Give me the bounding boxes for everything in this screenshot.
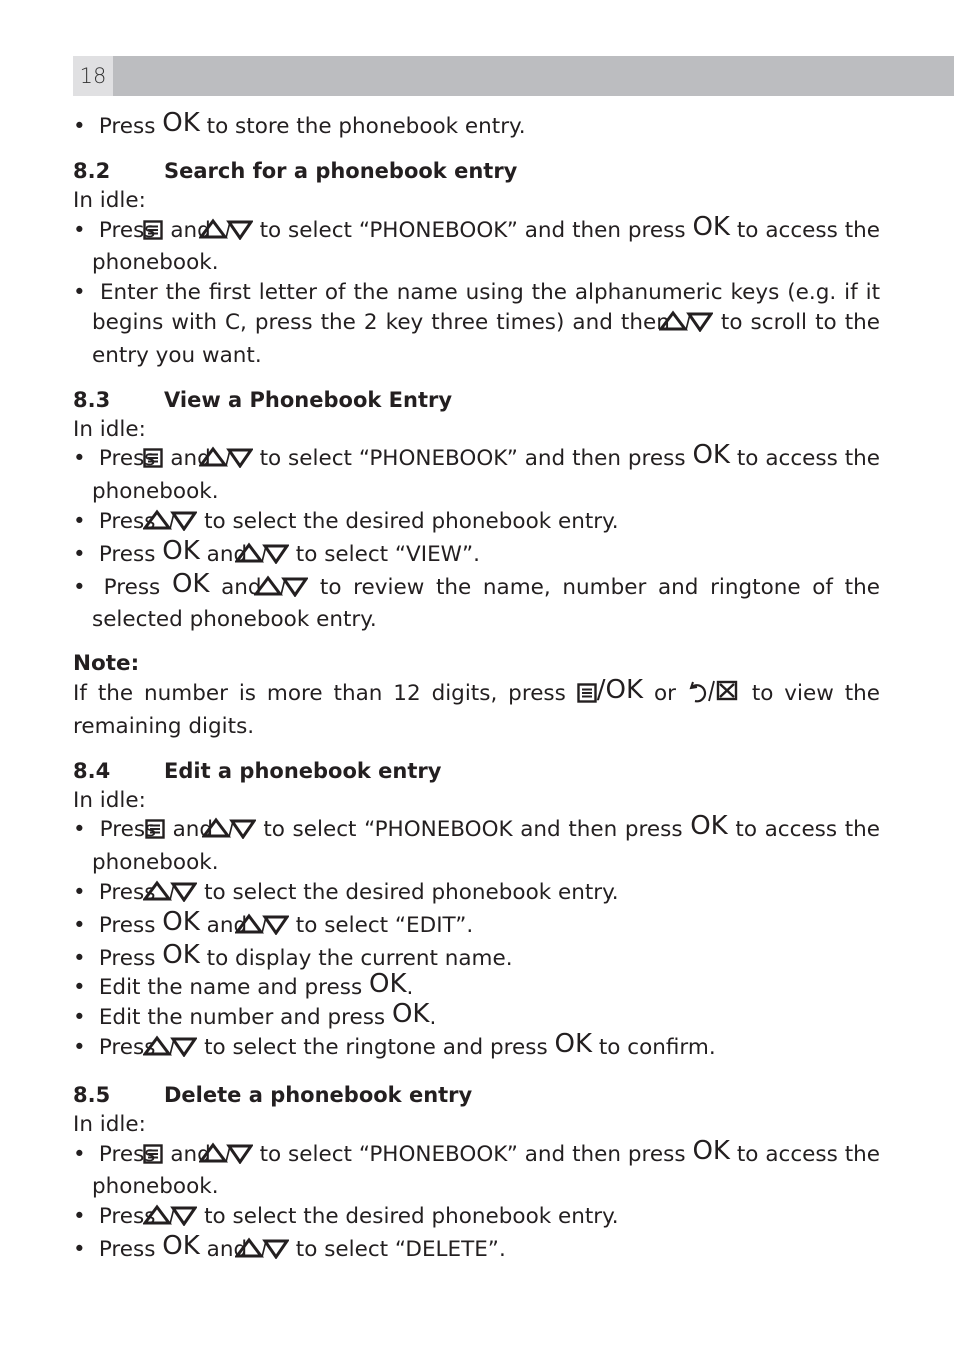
up-down-arrow-icon	[197, 446, 254, 477]
note-text: If the number is more than 12 digits, pr…	[73, 674, 881, 739]
section-heading-8-5: 8.5 Delete a phonebook entry	[73, 1082, 473, 1107]
bullet: Press and to select “PHONEBOOK and then …	[73, 813, 880, 878]
bullet: Press OK and to review the name, number …	[73, 571, 880, 636]
menu-icon	[145, 818, 165, 848]
section-heading-8-3: 8.3 View a Phonebook Entry	[73, 387, 453, 412]
bullet: Press and to select “PHONEBOOK” and then…	[73, 214, 880, 279]
up-down-arrow-icon	[197, 1142, 254, 1173]
menu-icon	[577, 682, 597, 712]
up-down-arrow-icon	[233, 1237, 290, 1268]
bullet: Press to select the ringtone and press O…	[73, 1031, 880, 1066]
in-idle-label: In idle:	[73, 787, 146, 813]
ok-key-icon: OK	[162, 535, 200, 566]
ok-key-icon: OK	[171, 568, 210, 599]
ok-key-icon: OK	[692, 440, 730, 471]
note-label: Note:	[73, 651, 140, 677]
bullet: Press OK to display the current name.	[73, 942, 880, 974]
page-content: Press OK to store the phonebook entry. 8…	[73, 110, 881, 1268]
up-down-arrow-icon	[233, 542, 290, 573]
up-down-arrow-icon	[200, 817, 257, 848]
ok-key-icon: OK	[162, 108, 200, 138]
ok-key-icon: OK	[162, 906, 200, 937]
menu-icon	[143, 1143, 164, 1173]
section-heading-8-2: 8.2 Search for a phonebook entry	[73, 158, 518, 183]
back-delete-icon	[687, 679, 741, 712]
up-down-arrow-icon	[197, 218, 254, 249]
bullet: Press and to select “PHONEBOOK” and then…	[73, 1138, 880, 1203]
in-idle-label: In idle:	[73, 416, 146, 442]
up-down-arrow-icon	[233, 913, 290, 944]
bullet: Edit the number and press OK.	[73, 1001, 880, 1033]
ok-key-icon: OK	[162, 1230, 200, 1261]
menu-icon	[143, 219, 164, 249]
bullet: Enter the first letter of the name using…	[73, 278, 880, 370]
bullet-store-entry: Press OK to store the phonebook entry.	[73, 110, 880, 142]
ok-key-icon: OK	[690, 811, 728, 842]
ok-key-icon: OK	[692, 1135, 730, 1166]
ok-key-icon: OK	[369, 969, 407, 1000]
menu-icon	[143, 447, 164, 477]
in-idle-label: In idle:	[73, 187, 146, 213]
in-idle-label: In idle:	[73, 1111, 146, 1137]
up-down-arrow-icon	[657, 310, 714, 341]
up-down-arrow-icon	[142, 1035, 199, 1066]
page-header-bar: 18	[73, 56, 954, 96]
section-heading-8-4: 8.4 Edit a phonebook entry	[73, 758, 442, 783]
ok-key-icon: /OK	[596, 674, 644, 705]
up-down-arrow-icon	[253, 575, 310, 606]
bullet: Edit the name and press OK.	[73, 971, 880, 1003]
ok-key-icon: OK	[391, 999, 430, 1030]
page-number: 18	[73, 56, 113, 96]
ok-key-icon: OK	[162, 939, 200, 970]
bullet: Press OK and to select “DELETE”.	[73, 1233, 880, 1268]
ok-key-icon: OK	[554, 1028, 593, 1059]
ok-key-icon: OK	[692, 211, 730, 242]
bullet: Press and to select “PHONEBOOK” and then…	[73, 442, 880, 507]
